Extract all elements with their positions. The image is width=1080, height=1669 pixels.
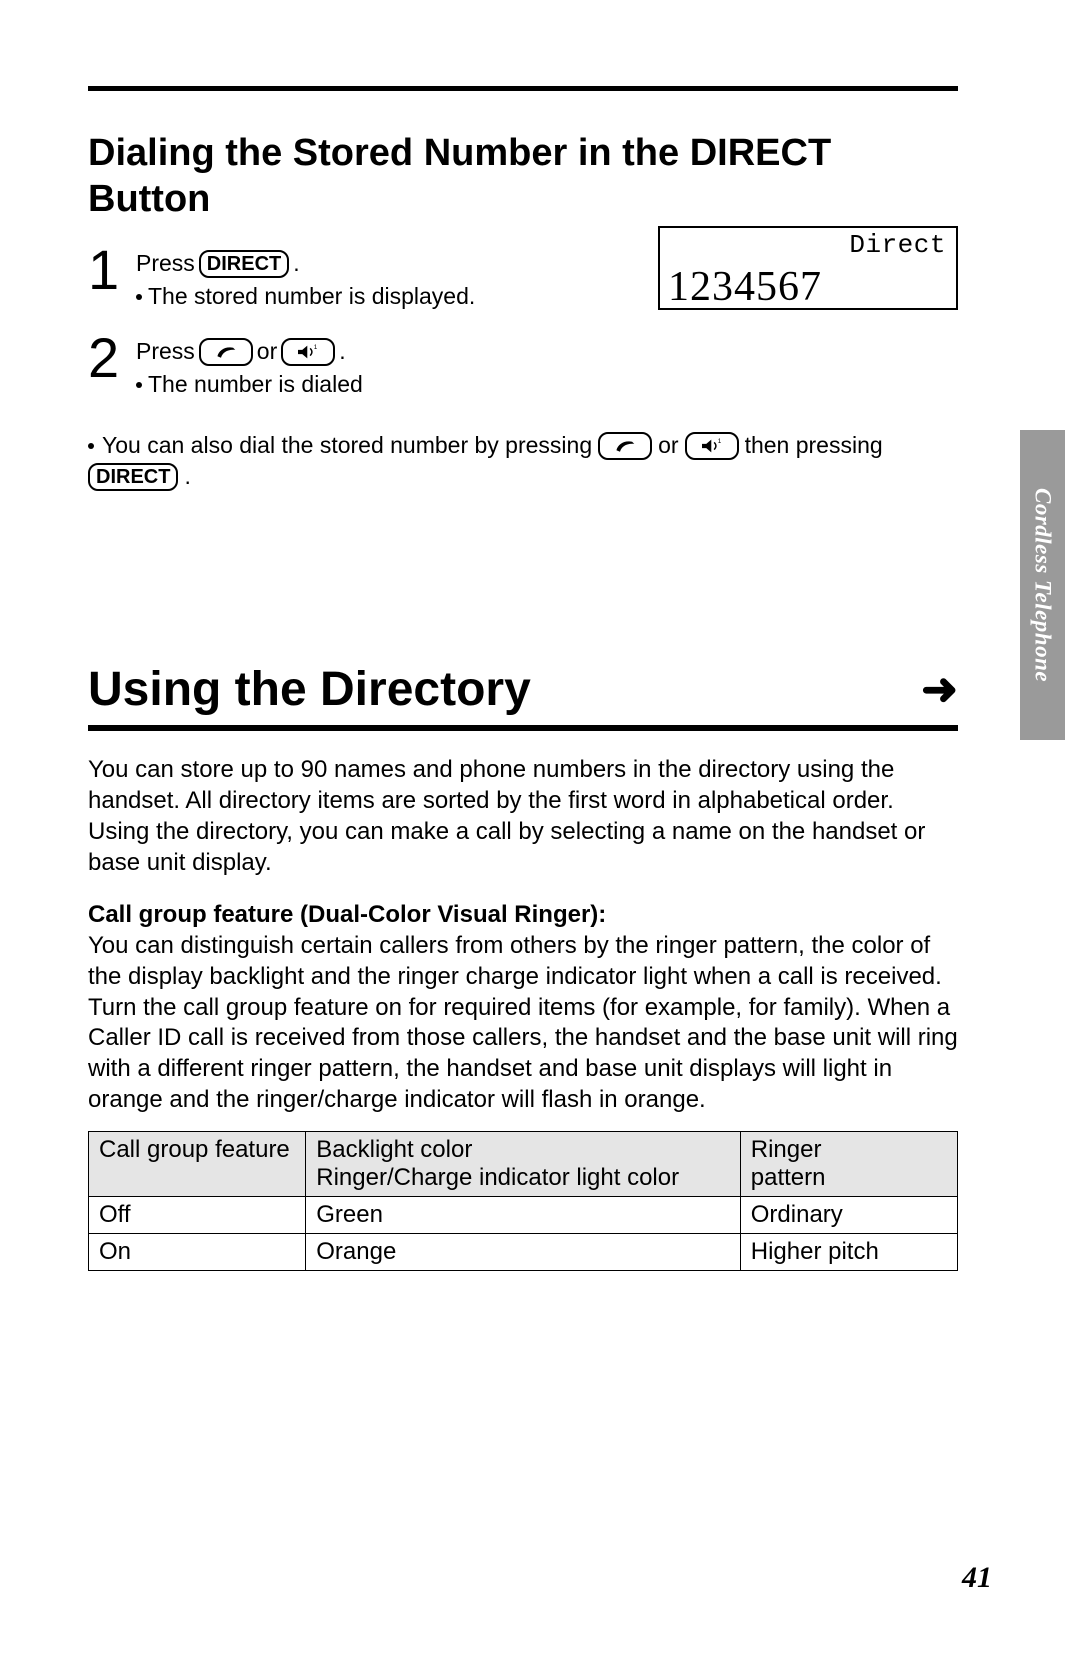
table-row: On Orange Higher pitch <box>89 1234 958 1271</box>
step-text: Press <box>136 248 195 279</box>
side-tab-label: Cordless Telephone <box>1030 488 1056 682</box>
note-end: . <box>184 461 190 492</box>
speaker-icon: 1 <box>685 432 739 460</box>
feature-body: You can distinguish certain callers from… <box>88 932 958 1113</box>
direct-button-label: DIRECT <box>199 250 289 278</box>
feature-heading: Call group feature (Dual-Color Visual Ri… <box>88 901 606 928</box>
bullet-icon <box>88 443 94 449</box>
table-cell: Green <box>306 1197 741 1234</box>
lcd-label: Direct <box>668 230 946 260</box>
page-number: 41 <box>962 1561 992 1595</box>
step-text: Press <box>136 336 195 367</box>
step-text-post: . <box>339 336 345 367</box>
step-number: 1 <box>88 242 136 298</box>
step-bullet-text: The stored number is displayed. <box>148 281 475 312</box>
table-header-row: Call group feature Backlight colorRinger… <box>89 1132 958 1197</box>
lcd-display: Direct 1234567 <box>658 226 958 310</box>
step-bullet-text: The number is dialed <box>148 369 363 400</box>
step-2: 2 Press or 1 . The number is dialed <box>88 330 958 400</box>
table-row: Off Green Ordinary <box>89 1197 958 1234</box>
table-cell: Ordinary <box>740 1197 957 1234</box>
table-header: Ringerpattern <box>740 1132 957 1197</box>
intro-paragraph: You can store up to 90 names and phone n… <box>88 755 958 878</box>
feature-paragraph: Call group feature (Dual-Color Visual Ri… <box>88 900 958 1115</box>
speaker-icon: 1 <box>281 338 335 366</box>
subheading: Dialing the Stored Number in the DIRECT … <box>88 131 958 222</box>
lcd-number: 1234567 <box>668 266 946 308</box>
table-header: Call group feature <box>89 1132 306 1197</box>
note-text-pre: You can also dial the stored number by p… <box>102 430 592 461</box>
arrow-right-icon: ➜ <box>921 668 958 712</box>
section-rule <box>88 725 958 731</box>
table-cell: Off <box>89 1197 306 1234</box>
direct-button-label: DIRECT <box>88 463 178 491</box>
table-cell: On <box>89 1234 306 1271</box>
bullet-icon <box>136 382 142 388</box>
step-text-post: . <box>293 248 299 279</box>
svg-text:1: 1 <box>314 344 318 351</box>
note-text-post: then pressing <box>745 430 883 461</box>
bullet-icon <box>136 294 142 300</box>
svg-text:1: 1 <box>717 438 721 445</box>
talk-icon <box>598 432 652 460</box>
step-text-mid: or <box>257 336 277 367</box>
note-text-mid: or <box>658 430 678 461</box>
table-cell: Higher pitch <box>740 1234 957 1271</box>
top-horizontal-rule <box>88 86 958 91</box>
section-title: Using the Directory <box>88 662 531 717</box>
feature-table: Call group feature Backlight colorRinger… <box>88 1131 958 1271</box>
table-cell: Orange <box>306 1234 741 1271</box>
table-header: Backlight colorRinger/Charge indicator l… <box>306 1132 741 1197</box>
side-tab: Cordless Telephone <box>1020 430 1065 740</box>
step-number: 2 <box>88 330 136 386</box>
note-block: You can also dial the stored number by p… <box>88 430 958 492</box>
talk-icon <box>199 338 253 366</box>
